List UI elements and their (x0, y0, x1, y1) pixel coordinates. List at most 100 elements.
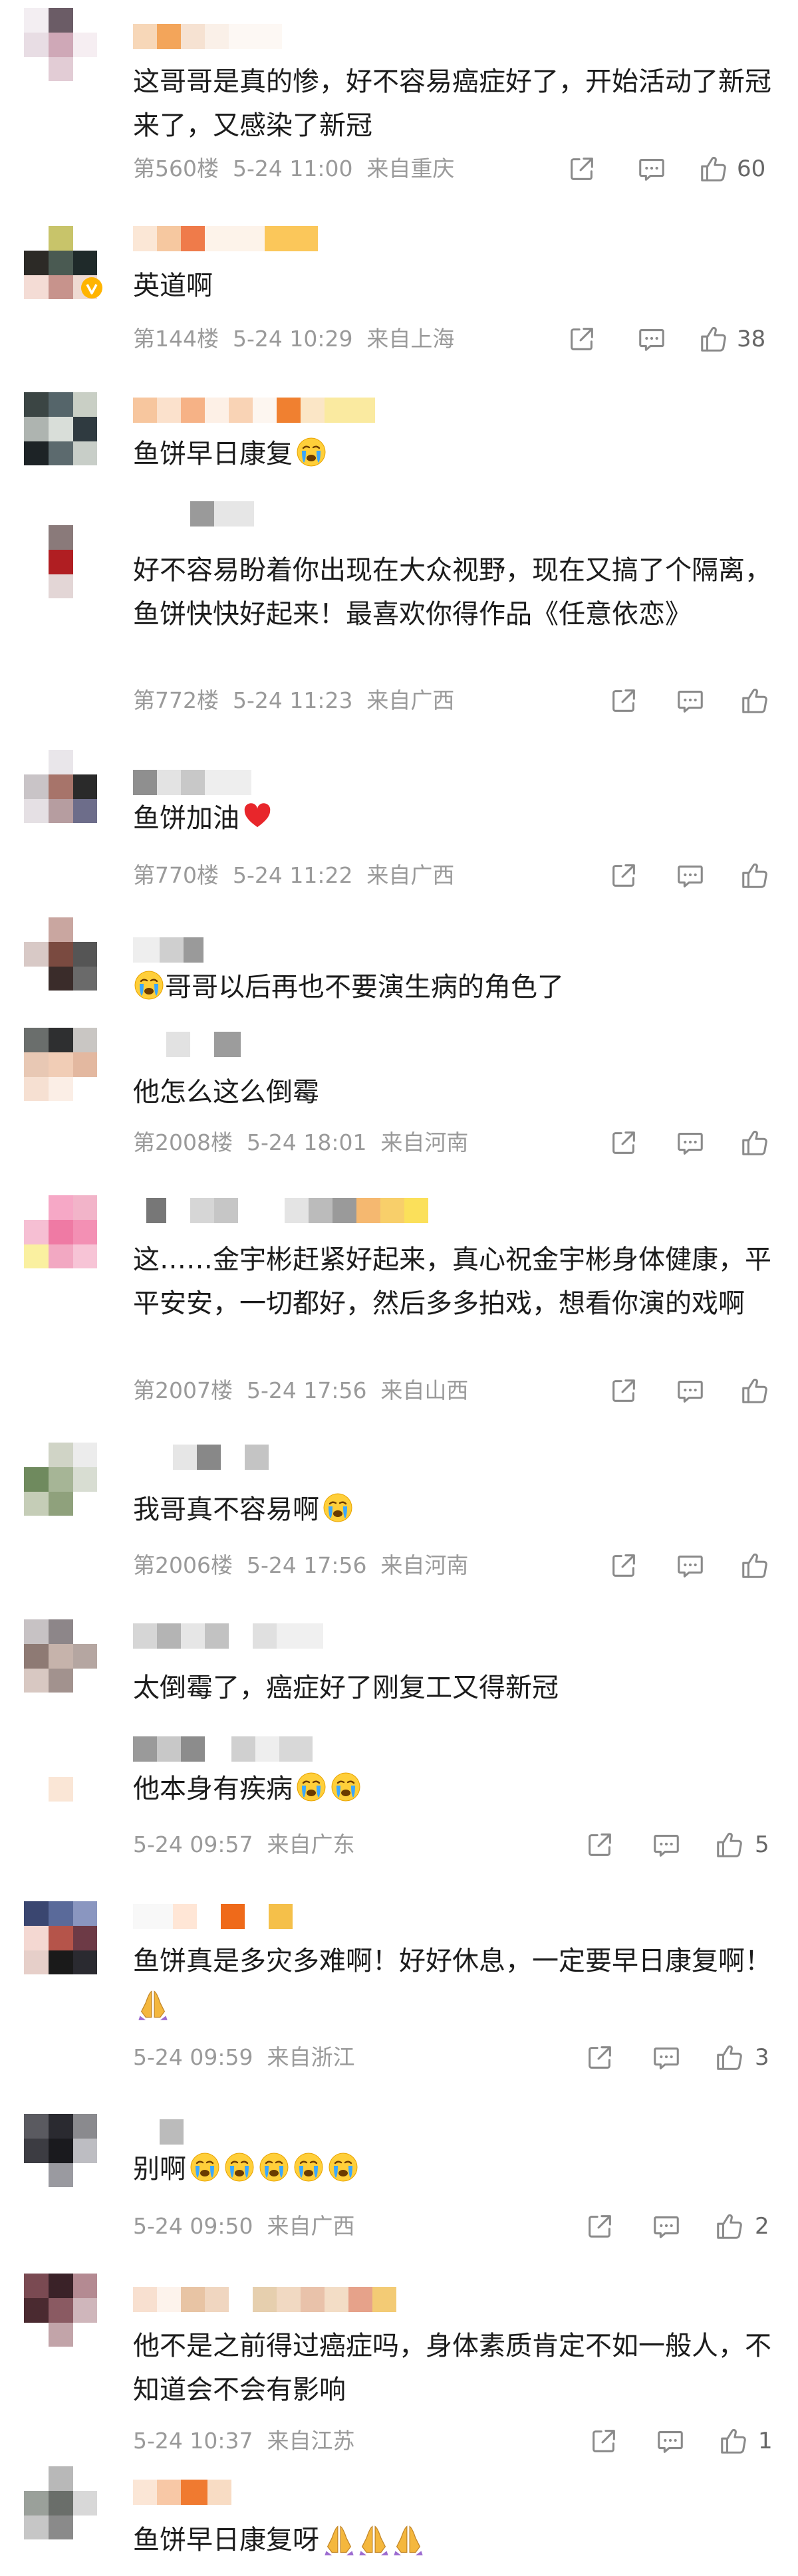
thumbs-up-icon[interactable] (738, 684, 771, 717)
comment-meta: 第2006楼 5-24 17:56 来自河南 (133, 1552, 469, 1578)
comment-item: 我哥真不容易啊 第2006楼 5-24 17:56 来自河南 (0, 1429, 798, 1629)
username[interactable] (133, 770, 251, 795)
avatar[interactable] (24, 750, 97, 823)
share-icon[interactable] (607, 1549, 640, 1582)
crying-face-emoji (322, 1492, 354, 1524)
comment-text: 这……金宇彬赶紧好起来，真心祝金宇彬身体健康，平平安安，一切都好，然后多多拍戏，… (133, 1244, 771, 1319)
crying-face-emoji (189, 2151, 221, 2183)
avatar[interactable] (24, 2466, 97, 2539)
comment-meta: 第2008楼 5-24 18:01 来自河南 (133, 1129, 469, 1155)
comment-text: 太倒霉了，癌症好了刚复工又得新冠 (133, 1673, 559, 1703)
avatar[interactable] (24, 1619, 97, 1693)
username[interactable] (133, 226, 318, 251)
comment-text: 他本身有疾病 (133, 1767, 771, 1811)
comment-item: 鱼饼真是多灾多难啊！好好休息，一定要早日康复啊！ 5-24 09:59 来自浙江… (0, 1901, 798, 2114)
thumbs-up-icon[interactable] (738, 859, 771, 892)
thumbs-up-icon[interactable] (697, 152, 730, 185)
thumbs-up-icon[interactable] (738, 1126, 771, 1159)
avatar[interactable] (24, 2274, 97, 2347)
username[interactable] (133, 501, 254, 527)
thumbs-up-icon[interactable] (713, 2041, 746, 2074)
username[interactable] (133, 2480, 231, 2505)
thumbs-up-icon[interactable] (713, 2210, 746, 2243)
comment-text: 鱼饼早日康复 (133, 432, 771, 476)
thumbs-up-icon[interactable] (717, 2424, 750, 2458)
comment-icon[interactable] (674, 684, 707, 717)
comment-icon[interactable] (650, 2210, 683, 2243)
like-count: 3 (755, 2044, 769, 2071)
username[interactable] (133, 398, 375, 423)
avatar[interactable] (24, 1195, 97, 1268)
username[interactable] (133, 937, 203, 963)
like-count: 38 (737, 326, 766, 352)
avatar[interactable] (24, 2114, 97, 2187)
username[interactable] (133, 2287, 396, 2312)
username[interactable] (133, 1623, 323, 1649)
comment-text: 哥哥以后再也不要演生病的角色了 (133, 965, 771, 1009)
comment-item: 别啊 5-24 09:50 来自广西 2 (0, 2114, 798, 2287)
comment-item: 鱼饼早日康复呀 (0, 2466, 798, 2576)
comment-icon[interactable] (674, 1126, 707, 1159)
like-count: 1 (758, 2428, 773, 2454)
thumbs-up-icon[interactable] (738, 1374, 771, 1407)
crying-face-emoji (327, 2151, 359, 2183)
share-icon[interactable] (607, 1374, 640, 1407)
comment-item: 他本身有疾病 5-24 09:57 来自广东 5 (0, 1728, 798, 1901)
share-icon[interactable] (607, 859, 640, 892)
avatar[interactable] (24, 1752, 97, 1825)
like-count: 60 (737, 156, 766, 182)
comment-text: 我哥真不容易啊 (133, 1488, 771, 1532)
comment-text: 他怎么这么倒霉 (133, 1077, 319, 1108)
comment-text: 别啊 (133, 2147, 771, 2191)
comment-icon[interactable] (650, 2041, 683, 2074)
comment-text: 鱼饼加油 (133, 796, 771, 840)
avatar[interactable] (24, 1901, 97, 1974)
comment-item: 哥哥以后再也不要演生病的角色了 (0, 911, 798, 1017)
comment-icon[interactable] (674, 1374, 707, 1407)
red-heart-emoji (242, 800, 274, 832)
comment-item: 这哥哥是真的惨，好不容易癌症好了，开始活动了新冠来了，又感染了新冠 第560楼 … (0, 0, 798, 199)
comment-icon[interactable] (650, 1828, 683, 1861)
share-icon[interactable] (583, 2041, 616, 2074)
share-icon[interactable] (583, 1828, 616, 1861)
username[interactable] (133, 1736, 313, 1762)
share-icon[interactable] (607, 684, 640, 717)
comment-text: 英道啊 (133, 271, 213, 301)
crying-face-emoji (295, 436, 327, 468)
comment-item: 他怎么这么倒霉 第2008楼 5-24 18:01 来自河南 (0, 1017, 798, 1177)
comment-item: 好不容易盼着你出现在大众视野，现在又搞了个隔离，鱼饼快快好起来！最喜欢你得作品《… (0, 492, 798, 738)
comment-text: 他不是之前得过癌症吗，身体素质肯定不如一般人，不知道会不会有影响 (133, 2331, 771, 2405)
username[interactable] (133, 1198, 428, 1223)
share-icon[interactable] (565, 152, 598, 185)
comment-meta: 第144楼 5-24 10:29 来自上海 (133, 326, 455, 352)
thumbs-up-icon[interactable] (713, 1828, 746, 1861)
comment-icon[interactable] (674, 1549, 707, 1582)
comment-icon[interactable] (654, 2424, 687, 2458)
share-icon[interactable] (607, 1126, 640, 1159)
avatar[interactable] (24, 392, 97, 465)
avatar[interactable] (24, 1028, 97, 1101)
comment-icon[interactable] (635, 152, 668, 185)
avatar[interactable] (24, 917, 97, 991)
like-count: 2 (755, 2213, 769, 2240)
avatar[interactable] (24, 8, 97, 81)
comment-icon[interactable] (635, 322, 668, 356)
username[interactable] (133, 1904, 293, 1929)
comment-text: 好不容易盼着你出现在大众视野，现在又搞了个隔离，鱼饼快快好起来！最喜欢你得作品《… (133, 555, 771, 630)
avatar[interactable] (24, 1443, 97, 1516)
share-icon[interactable] (583, 2210, 616, 2243)
username[interactable] (133, 24, 282, 49)
username[interactable] (133, 1445, 269, 1470)
thumbs-up-icon[interactable] (738, 1549, 771, 1582)
comment-item: 鱼饼加油 第770楼 5-24 11:22 来自广西 (0, 738, 798, 911)
share-icon[interactable] (587, 2424, 620, 2458)
comment-icon[interactable] (674, 859, 707, 892)
username[interactable] (133, 1032, 241, 1057)
avatar[interactable] (24, 525, 97, 598)
thumbs-up-icon[interactable] (697, 322, 730, 356)
username[interactable] (133, 2119, 207, 2145)
comment-meta: 第2007楼 5-24 17:56 来自山西 (133, 1377, 469, 1403)
comment-meta: 第770楼 5-24 11:22 来自广西 (133, 862, 455, 888)
share-icon[interactable] (565, 322, 598, 356)
comment-meta: 第560楼 5-24 11:00 来自重庆 (133, 156, 455, 181)
